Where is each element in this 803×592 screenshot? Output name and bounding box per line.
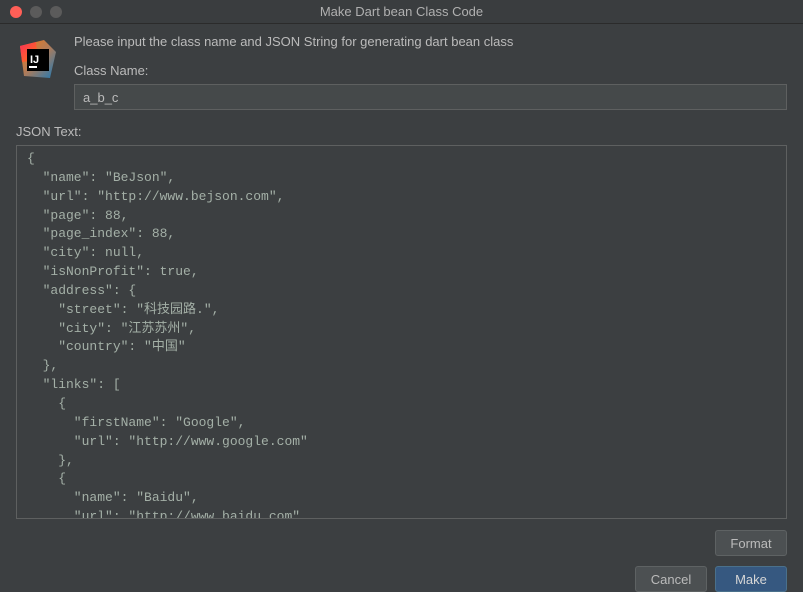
window-title: Make Dart bean Class Code [0, 4, 803, 19]
json-text-input[interactable] [16, 145, 787, 519]
minimize-icon[interactable] [30, 6, 42, 18]
cancel-button[interactable]: Cancel [635, 566, 707, 592]
make-button[interactable]: Make [715, 566, 787, 592]
class-name-label: Class Name: [74, 63, 787, 78]
svg-text:IJ: IJ [30, 54, 39, 66]
instruction-text: Please input the class name and JSON Str… [74, 34, 787, 49]
window-controls [0, 6, 62, 18]
intellij-logo-icon: IJ [16, 38, 60, 82]
close-icon[interactable] [10, 6, 22, 18]
titlebar: Make Dart bean Class Code [0, 0, 803, 24]
maximize-icon[interactable] [50, 6, 62, 18]
class-name-input[interactable] [74, 84, 787, 110]
json-text-label: JSON Text: [16, 124, 787, 139]
format-button[interactable]: Format [715, 530, 787, 556]
